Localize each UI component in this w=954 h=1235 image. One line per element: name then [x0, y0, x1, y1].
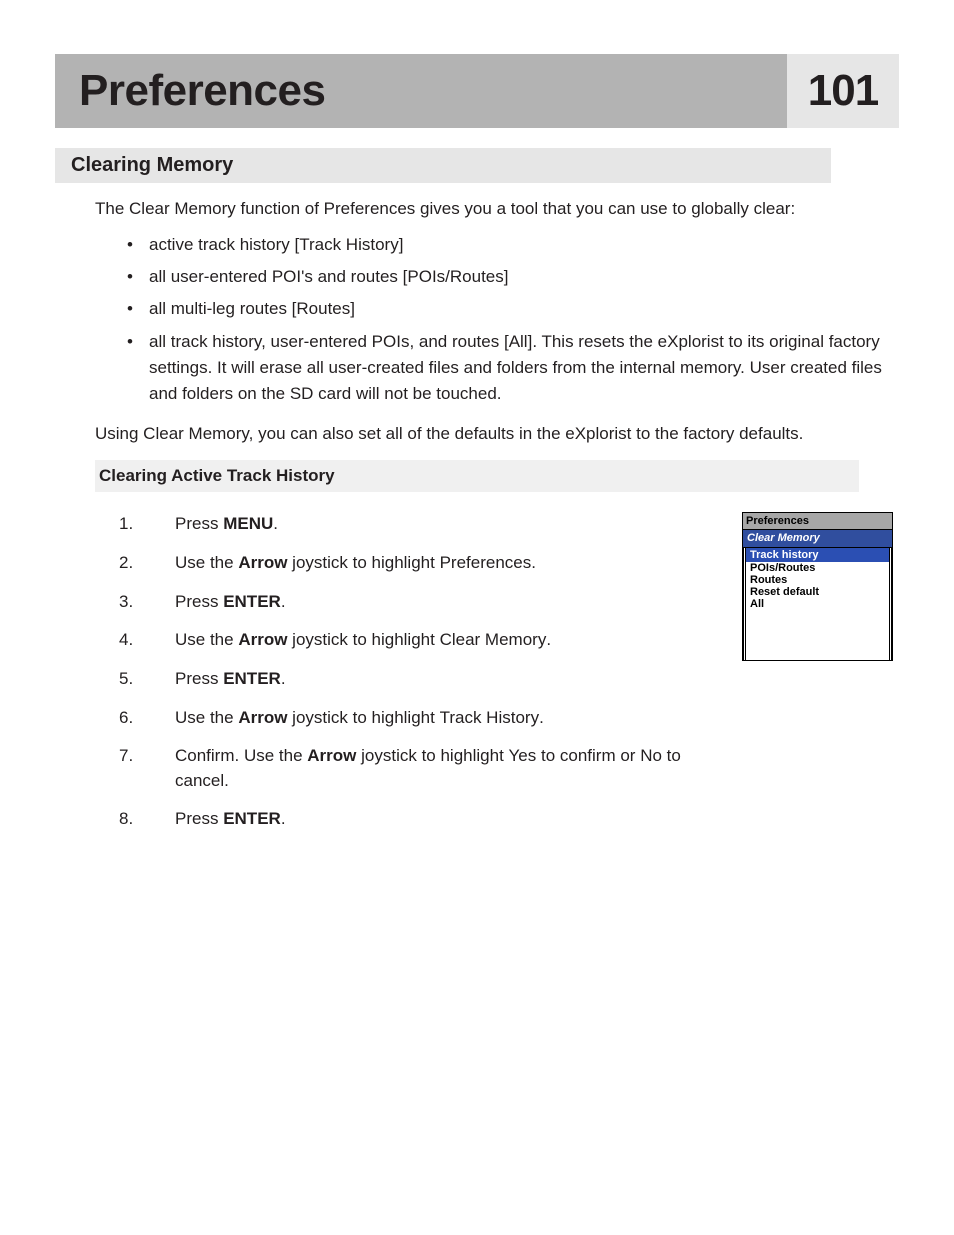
page: Preferences 101 Clearing Memory The Clea…: [0, 0, 954, 846]
step-item: Confirm. Use the Arrow joystick to highl…: [119, 744, 732, 793]
bullet-item: all multi-leg routes [Routes]: [127, 296, 899, 322]
step-text: Use the: [175, 708, 238, 727]
ui-label: Track History: [440, 708, 540, 727]
ui-label: Clear Memory: [440, 630, 547, 649]
bullet-text: all user-entered POI's and routes [: [149, 267, 407, 286]
step-item: Press MENU.: [119, 512, 732, 537]
ordered-steps: Press MENU. Use the Arrow joystick to hi…: [119, 512, 732, 846]
step-text: .: [539, 708, 544, 727]
sub-heading: Clearing Active Track History: [95, 460, 859, 492]
step-text: joystick to highlight: [287, 630, 439, 649]
bullet-list: active track history [Track History] all…: [127, 232, 899, 408]
page-header: Preferences 101: [55, 54, 899, 128]
bullet-text: all track history, user-entered POIs, an…: [149, 332, 509, 351]
device-menu-item: All: [746, 598, 889, 610]
device-title-bar: Preferences: [743, 513, 892, 530]
device-menu-list: Track history POIs/Routes Routes Reset d…: [743, 548, 892, 660]
page-title: Preferences: [79, 66, 325, 116]
ui-label: No: [640, 746, 662, 765]
step-text: to confirm or: [536, 746, 640, 765]
ui-label: Preferences: [440, 553, 532, 572]
step-text: .: [273, 514, 278, 533]
bullet-text: ]: [350, 299, 355, 318]
key-label: Arrow: [307, 746, 356, 765]
step-text: .: [281, 809, 286, 828]
step-text: Press: [175, 592, 223, 611]
key-label: Arrow: [238, 630, 287, 649]
key-label: ENTER: [223, 669, 281, 688]
key-label: Arrow: [238, 553, 287, 572]
step-item: Press ENTER.: [119, 667, 732, 692]
ui-label: All: [509, 332, 528, 351]
step-text: Press: [175, 669, 223, 688]
intro-paragraph: The Clear Memory function of Preferences…: [95, 197, 899, 222]
header-title-bar: Preferences: [55, 54, 787, 128]
page-number-box: 101: [787, 54, 899, 128]
ui-label: Routes: [296, 299, 350, 318]
page-number: 101: [808, 66, 878, 116]
bullet-item: all user-entered POI's and routes [POIs/…: [127, 264, 899, 290]
bullet-item: active track history [Track History]: [127, 232, 899, 258]
device-body: Clear Memory Track history POIs/Routes R…: [743, 530, 892, 659]
step-text: .: [281, 669, 286, 688]
bullet-text: all multi-leg routes [: [149, 299, 296, 318]
step-item: Use the Arrow joystick to highlight Pref…: [119, 551, 732, 576]
step-text: joystick to highlight: [287, 553, 439, 572]
step-item: Press ENTER.: [119, 807, 732, 832]
key-label: Arrow: [238, 708, 287, 727]
device-menu-item: Routes: [746, 574, 889, 586]
section-heading: Clearing Memory: [55, 148, 831, 183]
step-text: .: [531, 553, 536, 572]
device-submenu-title: Clear Memory: [743, 530, 892, 547]
step-item: Use the Arrow joystick to highlight Trac…: [119, 706, 732, 731]
key-label: ENTER: [223, 809, 281, 828]
step-text: .: [281, 592, 286, 611]
bullet-text: active track history [: [149, 235, 299, 254]
device-menu-item-selected: Track history: [746, 548, 889, 562]
bullet-item: all track history, user-entered POIs, an…: [127, 329, 899, 408]
step-text: .: [546, 630, 551, 649]
step-item: Use the Arrow joystick to highlight Clea…: [119, 628, 732, 653]
bullet-text: ]: [504, 267, 509, 286]
step-text: Press: [175, 809, 223, 828]
bullet-text: ]: [399, 235, 404, 254]
device-menu-item: POIs/Routes: [746, 562, 889, 574]
steps-with-figure: Press MENU. Use the Arrow joystick to hi…: [119, 512, 899, 846]
step-text: Use the: [175, 630, 238, 649]
step-text: Use the: [175, 553, 238, 572]
device-screenshot: Preferences Clear Memory Track history P…: [742, 512, 893, 660]
ui-label: Track History: [299, 235, 399, 254]
step-item: Press ENTER.: [119, 590, 732, 615]
closing-paragraph: Using Clear Memory, you can also set all…: [95, 422, 899, 447]
step-text: joystick to highlight: [287, 708, 439, 727]
ui-label: POIs/Routes: [407, 267, 503, 286]
step-text: Press: [175, 514, 223, 533]
key-label: ENTER: [223, 592, 281, 611]
device-menu-item: Reset default: [746, 586, 889, 598]
key-label: MENU: [223, 514, 273, 533]
step-text: Confirm. Use the: [175, 746, 307, 765]
ui-label: Yes: [509, 746, 537, 765]
step-text: joystick to highlight: [356, 746, 508, 765]
